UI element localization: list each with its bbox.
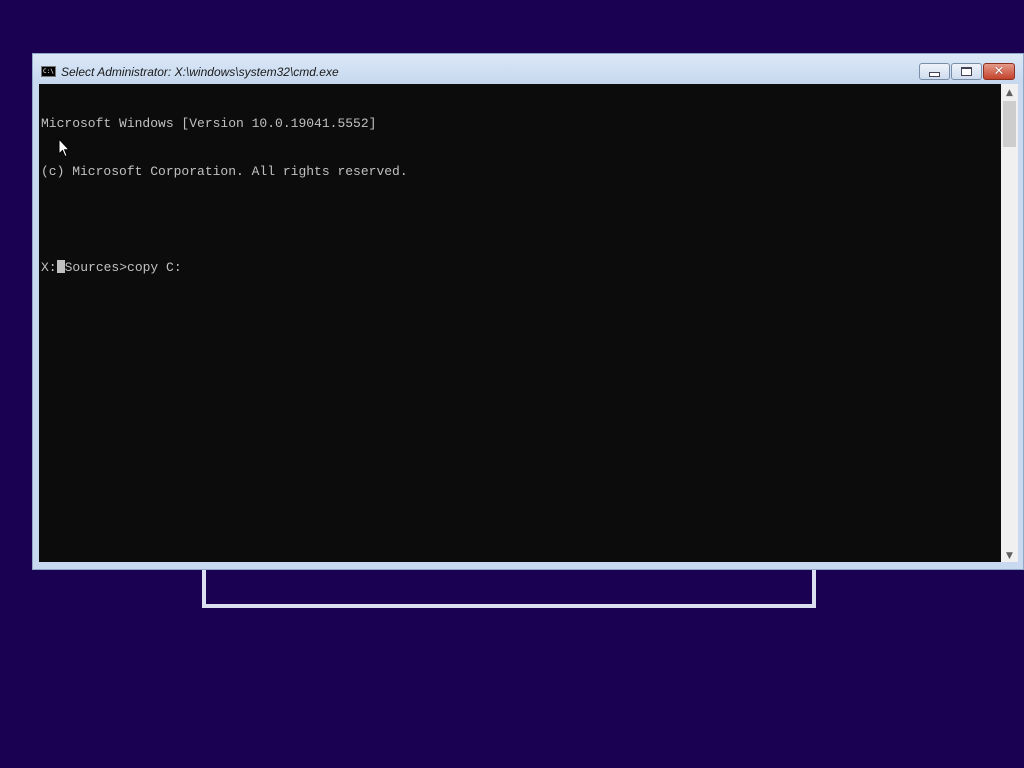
maximize-button[interactable] [951, 63, 982, 80]
scroll-thumb[interactable] [1003, 101, 1016, 147]
title-bar[interactable]: C:\ Select Administrator: X:\windows\sys… [33, 54, 1023, 84]
console-output: Microsoft Windows [Version 10.0.19041.55… [41, 84, 408, 308]
console-line-version: Microsoft Windows [Version 10.0.19041.55… [41, 116, 377, 131]
prompt-command: Sources>copy C: [64, 260, 182, 275]
mouse-pointer-icon [58, 138, 70, 158]
cmd-icon: C:\ [41, 66, 56, 77]
window-bottom-border[interactable] [33, 562, 1023, 569]
cmd-window[interactable]: C:\ Select Administrator: X:\windows\sys… [32, 53, 1024, 570]
maximize-icon [961, 67, 972, 76]
text-selection-caret [56, 260, 65, 273]
close-icon: ✕ [993, 64, 1005, 79]
minimize-button[interactable] [919, 63, 950, 80]
caption-buttons: ✕ [918, 63, 1015, 81]
minimize-icon [929, 71, 940, 77]
vertical-scrollbar[interactable]: ▲ ▼ [1001, 84, 1018, 564]
prompt-drive: X: [41, 260, 57, 275]
close-button[interactable]: ✕ [983, 63, 1015, 80]
console-area[interactable]: Microsoft Windows [Version 10.0.19041.55… [39, 84, 1001, 564]
console-prompt-line[interactable]: X: Sources>copy C: [41, 260, 408, 276]
scroll-up-arrow-icon[interactable]: ▲ [1001, 84, 1018, 101]
console-line-copyright: (c) Microsoft Corporation. All rights re… [41, 164, 408, 179]
window-title: Select Administrator: X:\windows\system3… [61, 65, 339, 79]
